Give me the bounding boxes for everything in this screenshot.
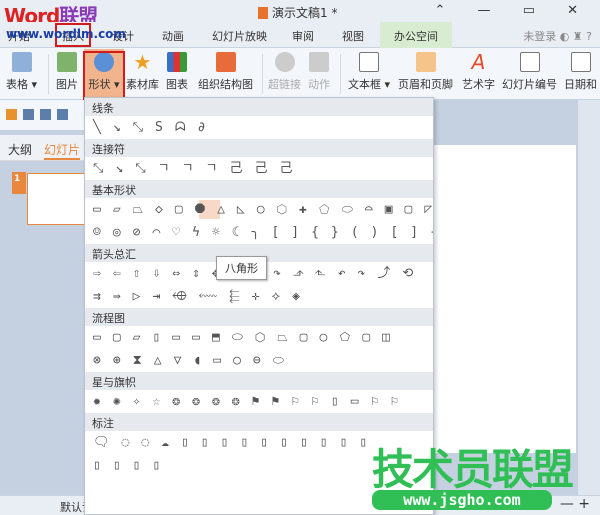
separator: [48, 54, 49, 94]
document-icon: [258, 7, 268, 19]
picture-button[interactable]: 图片: [56, 52, 78, 92]
tab-slides[interactable]: 幻灯片: [44, 141, 81, 160]
pane-tabs: 大纲 幻灯片: [0, 135, 84, 161]
slide-thumbnail[interactable]: [27, 173, 87, 225]
stars-banners-row[interactable]: ✹✺✧☆❂❂❂❂⚑⚑⚐⚐▯▭⚐⚐: [85, 390, 433, 413]
login-text: 未登录: [523, 30, 557, 43]
highlight-shapes: [83, 51, 125, 100]
header-footer-icon: [415, 52, 436, 72]
open-icon[interactable]: [6, 109, 17, 120]
tab-outline[interactable]: 大纲: [8, 141, 32, 158]
watermark-url: www.jsgho.com: [372, 490, 552, 510]
tooltip: 八角形: [216, 256, 267, 280]
date-button[interactable]: 日期和: [564, 52, 597, 92]
label: 幻灯片编号: [502, 78, 557, 91]
globe-icon: [274, 52, 295, 72]
label: 动作: [308, 78, 330, 91]
label: 图片: [56, 78, 78, 91]
label: 文本框 ▾: [348, 78, 391, 91]
watermark-logo: 技术员联盟: [372, 445, 574, 494]
zoom-in-icon[interactable]: — +: [560, 496, 590, 512]
chart-icon: [167, 52, 187, 72]
picture-icon: [57, 52, 77, 72]
tab-review[interactable]: 审阅: [292, 28, 314, 44]
play-icon: [309, 52, 329, 72]
label: 素材库: [126, 78, 159, 91]
basic-shapes-row-1[interactable]: ▭▱⏢◇▢⯃△◺○⬡✚⬠⬭⌓▣▢◸: [85, 198, 433, 221]
section-header-connectors: 连接符: [85, 139, 433, 157]
slide-number-icon: [519, 52, 540, 72]
connectors-shapes-row[interactable]: ⤡↘⤡ㄱㄱㄱ己己己: [85, 157, 433, 180]
label: 超链接: [268, 78, 301, 91]
preview-icon[interactable]: [57, 109, 68, 120]
section-header-flowchart: 流程图: [85, 308, 433, 326]
section-header-callouts: 标注: [85, 413, 433, 431]
flowchart-row-1[interactable]: ▭▢▱▯▭▭⬒⬭⬡⏢▢○⬠▢◫: [85, 326, 433, 349]
separator: [340, 54, 341, 94]
document-title: 演示文稿1 *: [258, 4, 337, 21]
quick-access-toolbar: [0, 100, 84, 130]
separator: [262, 54, 263, 94]
header-footer-button[interactable]: 页眉和页脚: [398, 52, 453, 92]
tab-animation[interactable]: 动画: [162, 28, 184, 44]
login-status[interactable]: 未登录 ◐ ♜ ?: [523, 28, 592, 44]
section-header-basic-shapes: 基本形状: [85, 180, 433, 198]
lines-shapes-row[interactable]: ╲↘⤡Sᗣ∂: [85, 116, 433, 139]
wordart-icon: A: [471, 50, 486, 74]
label: 图表: [166, 78, 188, 91]
hyperlink-button: 超链接: [268, 52, 301, 92]
arrows-row-2[interactable]: ⇉⇛▷⇥⬲⬳⬱✛⟡◈: [85, 285, 433, 308]
table-button[interactable]: 表格 ▾: [6, 52, 37, 92]
tab-view[interactable]: 视图: [342, 28, 364, 44]
star-icon: ★: [133, 50, 152, 74]
slide-number-badge: 1: [12, 172, 26, 194]
window-controls[interactable]: ⌃ — ▭ ✕: [435, 3, 592, 18]
table-icon: [11, 52, 32, 72]
print-icon[interactable]: [40, 109, 51, 120]
chart-button[interactable]: 图表: [166, 52, 188, 92]
action-button: 动作: [308, 52, 330, 92]
tab-slideshow[interactable]: 幻灯片放映: [212, 28, 267, 44]
date-icon: [570, 52, 591, 72]
section-header-stars-banners: 星与旗帜: [85, 372, 433, 390]
section-header-lines: 线条: [85, 98, 433, 116]
tab-office-space[interactable]: 办公空间: [380, 22, 452, 48]
org-chart-button[interactable]: 组织结构图: [198, 52, 253, 92]
label: 页眉和页脚: [398, 78, 453, 91]
label: 组织结构图: [198, 78, 253, 91]
wordart-button[interactable]: A 艺术字: [462, 52, 495, 92]
flowchart-row-2[interactable]: ⊗⊕⧗△▽◖▭○⊖⬭: [85, 349, 433, 372]
title-text: 演示文稿1 *: [272, 6, 338, 20]
vertical-scrollbar[interactable]: [578, 100, 600, 495]
save-icon[interactable]: [23, 109, 34, 120]
label: 表格 ▾: [6, 78, 38, 91]
material-library-button[interactable]: ★ 素材库: [126, 52, 159, 92]
label: 艺术字: [462, 78, 495, 91]
org-chart-icon: [215, 52, 236, 72]
slide-number-button[interactable]: 幻灯片编号: [502, 52, 557, 92]
label: 日期和: [564, 78, 597, 91]
textbox-button[interactable]: 文本框 ▾: [348, 52, 390, 92]
basic-shapes-row-2[interactable]: ☺◎⊘⌒♡ϟ☼☾╮[]{}()[]{}: [85, 221, 433, 244]
logo-url: www.wordlm.com: [6, 27, 126, 41]
textbox-icon: [359, 52, 380, 72]
slide-canvas[interactable]: [434, 145, 576, 453]
